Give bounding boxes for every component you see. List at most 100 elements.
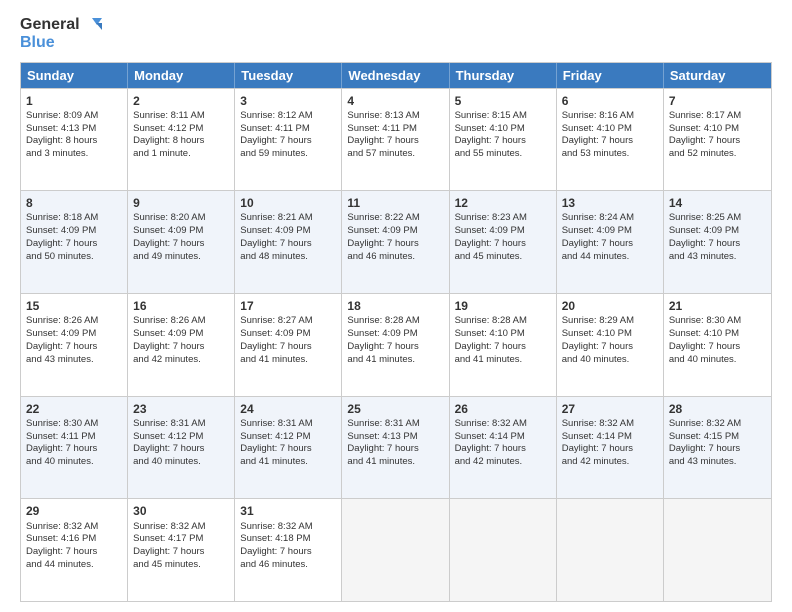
- day-info-line: Daylight: 7 hours: [133, 238, 229, 251]
- day-info-line: Sunset: 4:13 PM: [26, 123, 122, 136]
- day-info-line: Sunrise: 8:16 AM: [562, 110, 658, 123]
- day-info-line: Sunset: 4:09 PM: [133, 225, 229, 238]
- day-cell-21: 21Sunrise: 8:30 AMSunset: 4:10 PMDayligh…: [664, 294, 771, 396]
- day-info-line: Daylight: 7 hours: [26, 546, 122, 559]
- empty-cell: [664, 499, 771, 601]
- day-info-line: Sunset: 4:09 PM: [133, 328, 229, 341]
- day-cell-17: 17Sunrise: 8:27 AMSunset: 4:09 PMDayligh…: [235, 294, 342, 396]
- day-info-line: Daylight: 7 hours: [240, 135, 336, 148]
- day-info-line: Daylight: 7 hours: [347, 443, 443, 456]
- day-number: 23: [133, 401, 229, 417]
- day-info-line: Sunset: 4:09 PM: [26, 328, 122, 341]
- day-info-line: and 44 minutes.: [26, 559, 122, 572]
- day-number: 27: [562, 401, 658, 417]
- day-info-line: Sunrise: 8:31 AM: [240, 418, 336, 431]
- day-info-line: Sunset: 4:14 PM: [455, 431, 551, 444]
- day-info-line: Sunset: 4:09 PM: [562, 225, 658, 238]
- day-info-line: Sunset: 4:12 PM: [133, 123, 229, 136]
- day-info-line: Daylight: 7 hours: [240, 546, 336, 559]
- day-cell-30: 30Sunrise: 8:32 AMSunset: 4:17 PMDayligh…: [128, 499, 235, 601]
- empty-cell: [450, 499, 557, 601]
- day-cell-6: 6Sunrise: 8:16 AMSunset: 4:10 PMDaylight…: [557, 89, 664, 191]
- day-info-line: and 52 minutes.: [669, 148, 766, 161]
- day-info-line: Daylight: 7 hours: [240, 341, 336, 354]
- logo-general: General: [20, 16, 80, 34]
- day-cell-25: 25Sunrise: 8:31 AMSunset: 4:13 PMDayligh…: [342, 397, 449, 499]
- day-info-line: and 49 minutes.: [133, 251, 229, 264]
- day-info-line: Daylight: 7 hours: [562, 135, 658, 148]
- day-number: 15: [26, 298, 122, 314]
- day-info-line: Sunrise: 8:20 AM: [133, 212, 229, 225]
- day-cell-1: 1Sunrise: 8:09 AMSunset: 4:13 PMDaylight…: [21, 89, 128, 191]
- day-number: 14: [669, 195, 766, 211]
- calendar-row-3: 15Sunrise: 8:26 AMSunset: 4:09 PMDayligh…: [21, 293, 771, 396]
- day-cell-29: 29Sunrise: 8:32 AMSunset: 4:16 PMDayligh…: [21, 499, 128, 601]
- day-number: 18: [347, 298, 443, 314]
- day-number: 11: [347, 195, 443, 211]
- day-info-line: Sunset: 4:12 PM: [133, 431, 229, 444]
- day-info-line: Daylight: 8 hours: [133, 135, 229, 148]
- day-cell-18: 18Sunrise: 8:28 AMSunset: 4:09 PMDayligh…: [342, 294, 449, 396]
- day-number: 4: [347, 93, 443, 109]
- day-info-line: Sunrise: 8:22 AM: [347, 212, 443, 225]
- day-info-line: Sunrise: 8:30 AM: [26, 418, 122, 431]
- header-day-sunday: Sunday: [21, 63, 128, 88]
- day-info-line: Sunset: 4:09 PM: [347, 328, 443, 341]
- header-day-monday: Monday: [128, 63, 235, 88]
- day-info-line: and 40 minutes.: [133, 456, 229, 469]
- day-info-line: Sunset: 4:10 PM: [455, 328, 551, 341]
- day-info-line: Sunset: 4:17 PM: [133, 533, 229, 546]
- day-info-line: Daylight: 7 hours: [455, 238, 551, 251]
- day-info-line: and 59 minutes.: [240, 148, 336, 161]
- day-info-line: Daylight: 7 hours: [562, 443, 658, 456]
- calendar-body: 1Sunrise: 8:09 AMSunset: 4:13 PMDaylight…: [21, 88, 771, 601]
- calendar-header: SundayMondayTuesdayWednesdayThursdayFrid…: [21, 63, 771, 88]
- logo-blue: Blue: [20, 34, 104, 52]
- day-number: 7: [669, 93, 766, 109]
- day-info-line: Daylight: 8 hours: [26, 135, 122, 148]
- day-info-line: Sunset: 4:10 PM: [669, 328, 766, 341]
- day-info-line: and 43 minutes.: [669, 456, 766, 469]
- day-info-line: Sunrise: 8:32 AM: [240, 521, 336, 534]
- day-info-line: Sunset: 4:09 PM: [347, 225, 443, 238]
- day-info-line: Sunset: 4:10 PM: [562, 123, 658, 136]
- day-cell-12: 12Sunrise: 8:23 AMSunset: 4:09 PMDayligh…: [450, 191, 557, 293]
- day-number: 6: [562, 93, 658, 109]
- day-info-line: Sunrise: 8:25 AM: [669, 212, 766, 225]
- day-info-line: Daylight: 7 hours: [240, 443, 336, 456]
- day-info-line: Sunset: 4:11 PM: [347, 123, 443, 136]
- day-info-line: Sunrise: 8:24 AM: [562, 212, 658, 225]
- day-cell-20: 20Sunrise: 8:29 AMSunset: 4:10 PMDayligh…: [557, 294, 664, 396]
- day-number: 28: [669, 401, 766, 417]
- logo: General Blue: [20, 16, 104, 52]
- day-info-line: Sunrise: 8:29 AM: [562, 315, 658, 328]
- day-info-line: and 43 minutes.: [669, 251, 766, 264]
- day-info-line: and 45 minutes.: [455, 251, 551, 264]
- day-cell-5: 5Sunrise: 8:15 AMSunset: 4:10 PMDaylight…: [450, 89, 557, 191]
- day-info-line: and 50 minutes.: [26, 251, 122, 264]
- day-number: 13: [562, 195, 658, 211]
- logo-bird-icon: [82, 16, 104, 34]
- day-info-line: Daylight: 7 hours: [455, 341, 551, 354]
- day-number: 22: [26, 401, 122, 417]
- day-info-line: and 55 minutes.: [455, 148, 551, 161]
- day-info-line: Daylight: 7 hours: [347, 341, 443, 354]
- day-info-line: Sunset: 4:09 PM: [240, 328, 336, 341]
- day-info-line: and 42 minutes.: [455, 456, 551, 469]
- calendar-row-2: 8Sunrise: 8:18 AMSunset: 4:09 PMDaylight…: [21, 190, 771, 293]
- day-info-line: and 3 minutes.: [26, 148, 122, 161]
- day-number: 9: [133, 195, 229, 211]
- day-number: 31: [240, 503, 336, 519]
- day-cell-10: 10Sunrise: 8:21 AMSunset: 4:09 PMDayligh…: [235, 191, 342, 293]
- day-info-line: Sunset: 4:10 PM: [562, 328, 658, 341]
- day-info-line: Sunrise: 8:28 AM: [455, 315, 551, 328]
- day-number: 17: [240, 298, 336, 314]
- day-cell-27: 27Sunrise: 8:32 AMSunset: 4:14 PMDayligh…: [557, 397, 664, 499]
- day-number: 8: [26, 195, 122, 211]
- header-day-thursday: Thursday: [450, 63, 557, 88]
- empty-cell: [342, 499, 449, 601]
- day-info-line: Sunrise: 8:28 AM: [347, 315, 443, 328]
- day-info-line: Sunset: 4:11 PM: [240, 123, 336, 136]
- day-info-line: Daylight: 7 hours: [26, 443, 122, 456]
- day-cell-19: 19Sunrise: 8:28 AMSunset: 4:10 PMDayligh…: [450, 294, 557, 396]
